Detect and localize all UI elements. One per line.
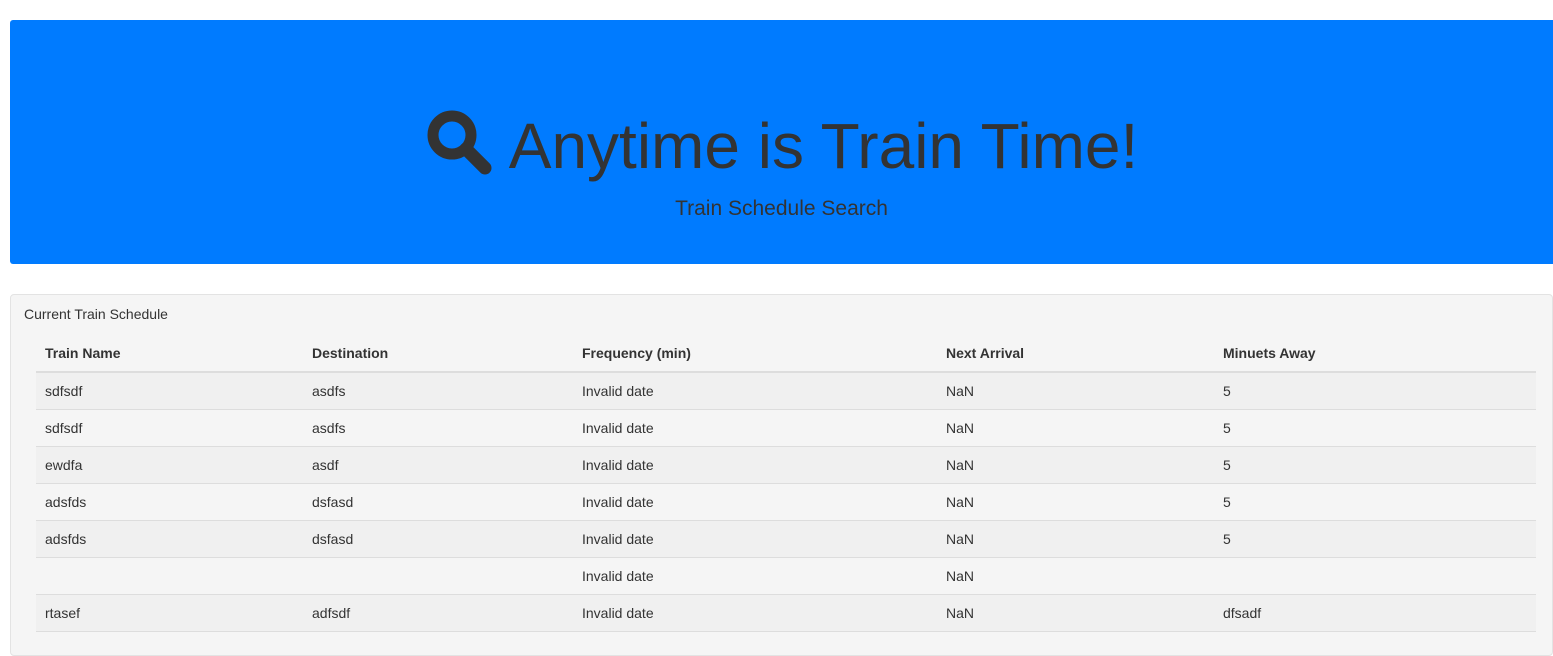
cell-train-name: adsfds (36, 483, 303, 521)
table-row: rtasef adfsdf Invalid date NaN dfsadf (36, 594, 1536, 632)
cell-next-arrival: NaN (937, 409, 1214, 447)
cell-frequency: Invalid date (573, 594, 937, 632)
cell-next-arrival: NaN (937, 372, 1214, 410)
cell-destination: dsfasd (303, 483, 573, 521)
cell-frequency: Invalid date (573, 372, 937, 410)
cell-minutes-away: 5 (1214, 520, 1536, 558)
table-row: Invalid date NaN (36, 557, 1536, 595)
page-title-row: Anytime is Train Time! (10, 108, 1553, 184)
search-icon (427, 110, 492, 175)
cell-destination: dsfasd (303, 520, 573, 558)
header-jumbotron: Anytime is Train Time! Train Schedule Se… (10, 20, 1553, 264)
column-header-train-name: Train Name (36, 334, 303, 373)
column-header-frequency: Frequency (min) (573, 334, 937, 373)
cell-train-name: sdfsdf (36, 409, 303, 447)
cell-destination: asdfs (303, 372, 573, 410)
cell-minutes-away (1214, 557, 1536, 595)
cell-train-name: ewdfa (36, 446, 303, 484)
cell-destination: asdfs (303, 409, 573, 447)
table-row: sdfsdf asdfs Invalid date NaN 5 (36, 372, 1536, 410)
cell-minutes-away: 5 (1214, 409, 1536, 447)
cell-train-name: adsfds (36, 520, 303, 558)
cell-destination (303, 557, 573, 595)
cell-frequency: Invalid date (573, 446, 937, 484)
cell-minutes-away: 5 (1214, 372, 1536, 410)
column-header-minutes-away: Minuets Away (1214, 334, 1536, 373)
cell-frequency: Invalid date (573, 557, 937, 595)
cell-minutes-away: dfsadf (1214, 594, 1536, 632)
cell-destination: adfsdf (303, 594, 573, 632)
cell-frequency: Invalid date (573, 409, 937, 447)
cell-frequency: Invalid date (573, 520, 937, 558)
column-header-destination: Destination (303, 334, 573, 373)
cell-minutes-away: 5 (1214, 483, 1536, 521)
cell-next-arrival: NaN (937, 483, 1214, 521)
column-header-next-arrival: Next Arrival (937, 334, 1214, 373)
schedule-panel: Current Train Schedule Train Name Destin… (10, 294, 1553, 656)
cell-next-arrival: NaN (937, 446, 1214, 484)
table-row: adsfds dsfasd Invalid date NaN 5 (36, 520, 1536, 558)
cell-minutes-away: 5 (1214, 446, 1536, 484)
table-row: adsfds dsfasd Invalid date NaN 5 (36, 483, 1536, 521)
cell-train-name: sdfsdf (36, 372, 303, 410)
cell-next-arrival: NaN (937, 520, 1214, 558)
schedule-table: Train Name Destination Frequency (min) N… (36, 334, 1536, 632)
cell-frequency: Invalid date (573, 483, 937, 521)
panel-title: Current Train Schedule (24, 306, 168, 322)
cell-train-name (36, 557, 303, 595)
table-header-row: Train Name Destination Frequency (min) N… (36, 334, 1536, 373)
cell-next-arrival: NaN (937, 557, 1214, 595)
page-title: Anytime is Train Time! (508, 110, 1139, 182)
cell-train-name: rtasef (36, 594, 303, 632)
table-row: sdfsdf asdfs Invalid date NaN 5 (36, 409, 1536, 447)
page-subtitle: Train Schedule Search (675, 197, 888, 220)
cell-destination: asdf (303, 446, 573, 484)
table-row: ewdfa asdf Invalid date NaN 5 (36, 446, 1536, 484)
cell-next-arrival: NaN (937, 594, 1214, 632)
